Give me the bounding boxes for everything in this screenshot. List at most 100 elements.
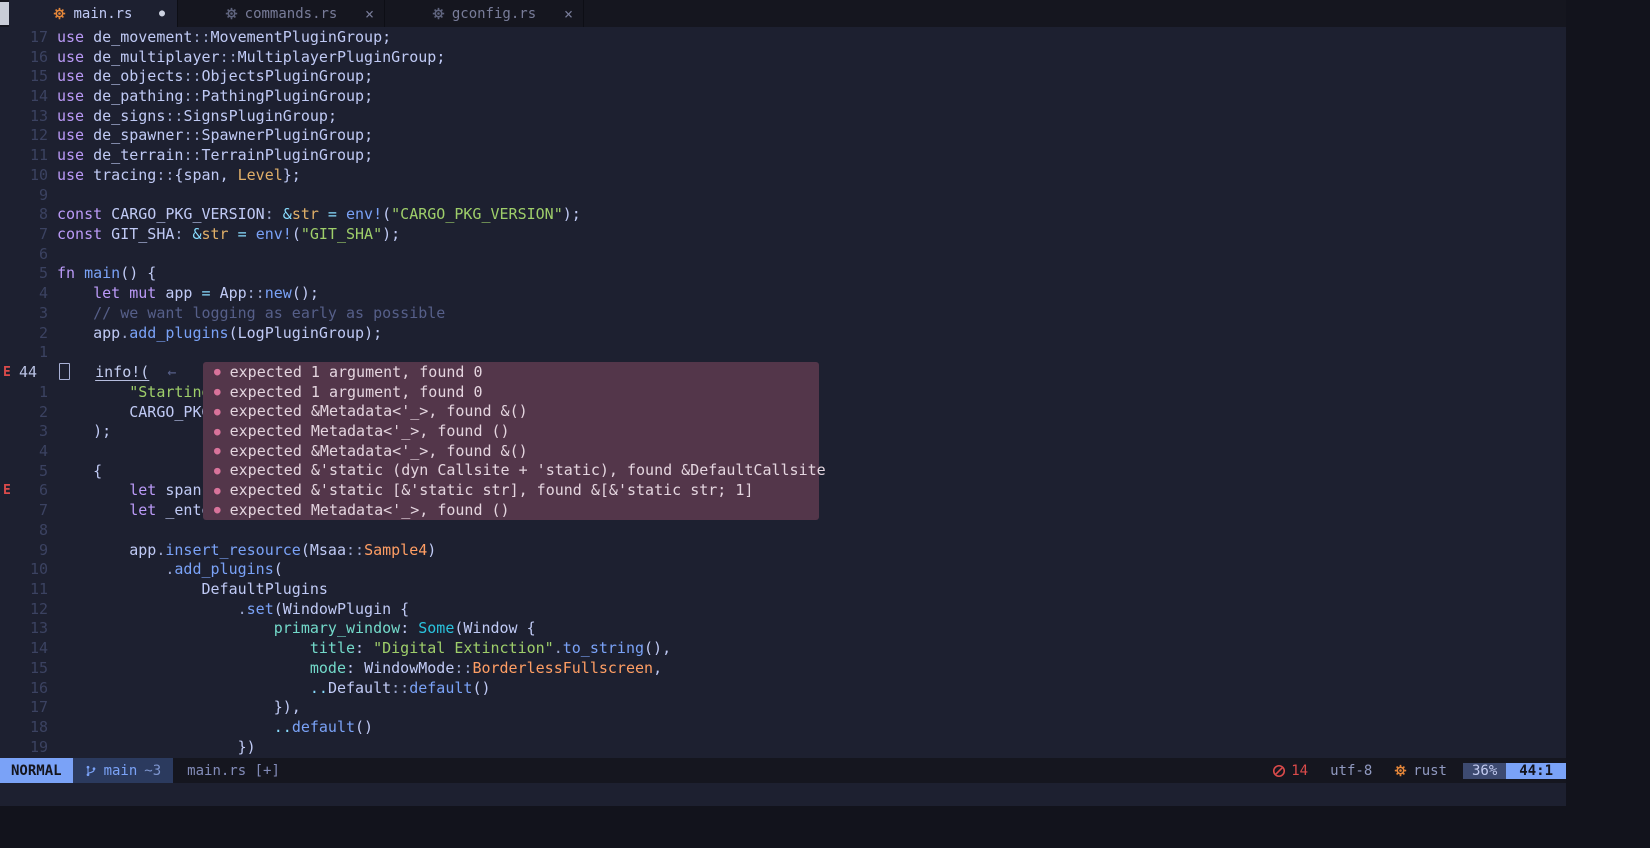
code-line[interactable]: 16 .. Default:: default()	[0, 678, 1566, 698]
diagnostic-item: ● expected &Metadata<'_>, found &()	[203, 441, 819, 461]
code-line[interactable]: 13 use de_signs:: SignsPluginGroup;	[0, 106, 1566, 126]
code-line[interactable]: 6	[0, 244, 1566, 264]
tab-gconfig.rs[interactable]: gconfig.rs ×	[385, 0, 584, 27]
tabline: main.rs ● commands.rs × gconfig.rs ×	[0, 0, 1566, 27]
code-line[interactable]: 5 fn main() {	[0, 264, 1566, 284]
code-token: }),	[273, 698, 301, 717]
command-line[interactable]	[0, 783, 1566, 806]
code-line[interactable]: 12 use de_spawner:: SpawnerPluginGroup;	[0, 126, 1566, 146]
code-line[interactable]: 8 const CARGO_PKG_VERSION: & str = env!("C…	[0, 204, 1566, 224]
code-line[interactable]: 14 title: "Digital Extinction". to_string…	[0, 638, 1566, 658]
line-number: 18	[29, 718, 48, 737]
branch-name: main	[103, 762, 138, 779]
code-token: insert_resource	[165, 540, 301, 559]
line-number: 11	[29, 146, 48, 165]
code-text: DefaultPlugins	[48, 579, 1566, 599]
code-text: // we want logging as early as possible	[48, 303, 1566, 323]
code-line[interactable]: 12 . set(WindowPlugin {	[0, 599, 1566, 619]
code-token: MultiplayerPluginGroup	[237, 47, 437, 66]
diagnostic-error-count[interactable]: 14	[1272, 763, 1330, 779]
diagnostic-item: ● expected Metadata<'_>, found ()	[203, 500, 819, 520]
code-text: app. insert_resource(Msaa:: Sample4)	[48, 540, 1566, 560]
line-number: 3	[38, 422, 48, 441]
git-branch-segment[interactable]: main ~3	[72, 758, 174, 783]
code-line[interactable]: 17 use de_movement:: MovementPluginGroup;	[0, 27, 1566, 47]
code-token: let mut	[93, 284, 157, 303]
code-token: use	[57, 165, 85, 184]
code-text: .. Default:: default()	[48, 678, 1566, 698]
code-line[interactable]: 1	[0, 343, 1566, 363]
code-token: info!(	[95, 363, 150, 382]
code-text: use de_multiplayer:: MultiplayerPluginGro…	[48, 47, 1566, 67]
code-text: use tracing::{span, Level};	[48, 165, 1566, 185]
diagnostic-item: ● expected 1 argument, found 0	[203, 362, 819, 382]
code-token: {	[93, 461, 103, 480]
tab-main.rs[interactable]: main.rs ●	[9, 0, 178, 27]
code-token: :	[264, 205, 274, 224]
code-line[interactable]: 7 const GIT_SHA: & str = env!("GIT_SHA");	[0, 224, 1566, 244]
bullet-icon: ●	[214, 463, 221, 477]
code-line[interactable]: 15 use de_objects:: ObjectsPluginGroup;	[0, 66, 1566, 86]
code-line[interactable]: 9	[0, 185, 1566, 205]
code-line[interactable]: 18 .. default()	[0, 717, 1566, 737]
code-line[interactable]: 9 app. insert_resource(Msaa:: Sample4)	[0, 540, 1566, 560]
editor-buffer[interactable]: 17 use de_movement:: MovementPluginGroup; 1…	[0, 27, 1566, 758]
code-token: Msaa	[309, 540, 346, 559]
code-token: CARGO_PKG_VERSION	[102, 205, 265, 224]
close-icon[interactable]: ×	[564, 5, 573, 23]
line-number: 13	[29, 619, 48, 638]
tab-commands.rs[interactable]: commands.rs ×	[178, 0, 385, 27]
code-line[interactable]: 2 app. add_plugins(LogPluginGroup);	[0, 323, 1566, 343]
code-line[interactable]: 15 mode: WindowMode:: BorderlessFullscree…	[0, 658, 1566, 678]
code-line[interactable]: 19 })	[0, 737, 1566, 757]
code-text: })	[48, 737, 1566, 757]
line-number: 44	[19, 363, 38, 382]
code-token: str	[201, 225, 229, 244]
code-token: let	[129, 481, 157, 500]
file-encoding: utf-8	[1330, 762, 1373, 779]
line-number: 14	[29, 639, 48, 658]
code-line[interactable]: 17 }),	[0, 697, 1566, 717]
code-text: fn main() {	[48, 264, 1566, 284]
line-number: 12	[29, 126, 48, 145]
code-line[interactable]: 11 use de_terrain:: TerrainPluginGroup;	[0, 145, 1566, 165]
code-token: de_terrain	[84, 146, 184, 165]
close-icon[interactable]: ×	[365, 5, 374, 23]
code-text: use de_signs:: SignsPluginGroup;	[48, 106, 1566, 126]
line-number: 1	[38, 382, 48, 401]
bullet-icon: ●	[214, 424, 221, 438]
line-number: 4	[38, 441, 48, 460]
code-token: (	[228, 323, 238, 342]
diagnostic-message: expected Metadata<'_>, found ()	[229, 422, 510, 441]
code-token: de_objects	[84, 67, 184, 86]
tab-label: gconfig.rs	[451, 5, 537, 22]
code-line[interactable]: 16 use de_multiplayer:: MultiplayerPluginG…	[0, 47, 1566, 67]
code-token: set	[246, 599, 274, 618]
code-line[interactable]: 10 . add_plugins(	[0, 559, 1566, 579]
mode-label: NORMAL	[11, 762, 62, 779]
code-token: default	[291, 718, 356, 737]
code-token: ::	[183, 87, 202, 106]
code-line[interactable]: 3 // we want logging as early as possibl…	[0, 303, 1566, 323]
code-line[interactable]: 11 DefaultPlugins	[0, 579, 1566, 599]
code-token: de_spawner	[84, 126, 184, 145]
code-line[interactable]: 14 use de_pathing:: PathingPluginGroup;	[0, 86, 1566, 106]
line-number: 8	[38, 520, 48, 539]
error-sign: E	[3, 482, 11, 498]
code-line[interactable]: 10 use tracing::{span, Level};	[0, 165, 1566, 185]
code-token: de_multiplayer	[84, 47, 220, 66]
code-token: );	[93, 422, 112, 441]
code-token: App	[219, 284, 247, 303]
code-token: ::	[346, 540, 365, 559]
code-line[interactable]: 4 let mut app = App:: new ();	[0, 283, 1566, 303]
code-line[interactable]: 13 primary_window: Some(Window {	[0, 619, 1566, 639]
line-number: 2	[38, 402, 48, 421]
code-line[interactable]: 8	[0, 520, 1566, 540]
tab-label: main.rs	[73, 5, 133, 22]
code-text: . add_plugins(	[48, 559, 1566, 579]
